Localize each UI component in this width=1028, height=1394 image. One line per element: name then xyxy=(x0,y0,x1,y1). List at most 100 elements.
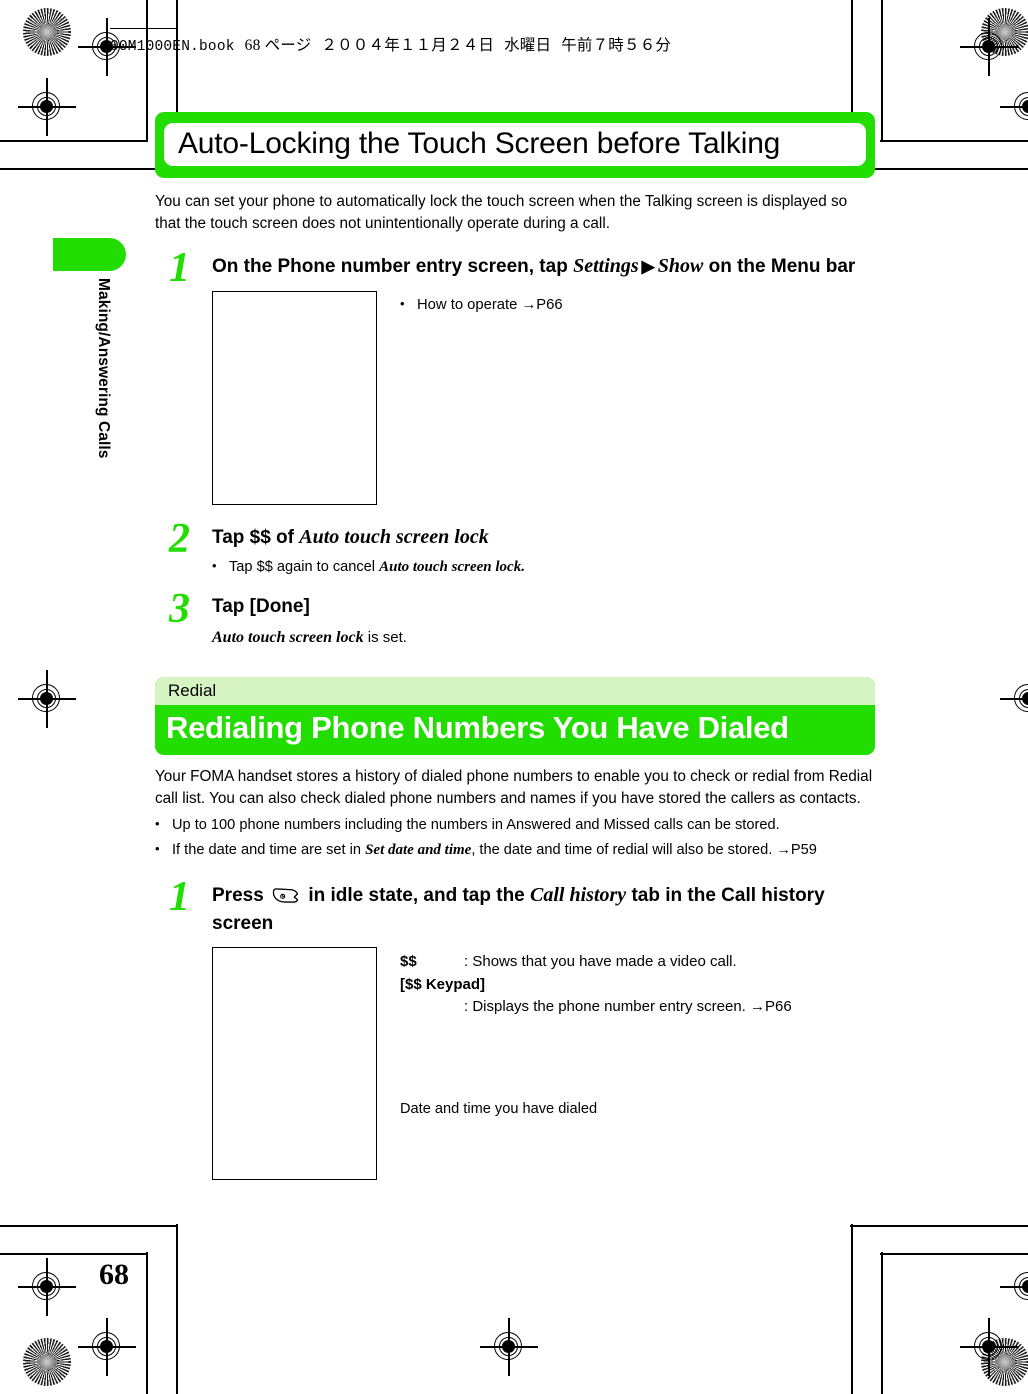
registration-crosshair xyxy=(18,1258,76,1316)
step-title: Tap [Done] xyxy=(212,595,310,617)
legend-row-video-call: $$ : Shows that you have made a video ca… xyxy=(400,951,875,974)
side-tab-marker xyxy=(53,238,126,271)
section2-bullet-1: • Up to 100 phone numbers including the … xyxy=(155,815,875,835)
section2-subtitle: Redial xyxy=(155,676,875,705)
trim-mark xyxy=(0,168,178,170)
registration-crosshair xyxy=(78,1318,136,1376)
section2-bullet-2-text: If the date and time are set in Set date… xyxy=(172,840,875,861)
trim-mark xyxy=(0,140,148,142)
trim-mark xyxy=(176,1224,178,1394)
section2-bullet-1-text: Up to 100 phone numbers including the nu… xyxy=(172,817,780,834)
legend-keypad-value: : Displays the phone number entry screen… xyxy=(400,996,875,1019)
step3-note: Auto touch screen lock is set. xyxy=(212,627,875,649)
section2-bullet-2-pre: If the date and time are set in xyxy=(172,841,366,858)
legend-separator: : xyxy=(464,998,469,1016)
bullet-dot-icon: • xyxy=(212,557,217,573)
figure-caption-date-time: Date and time you have dialed xyxy=(400,1100,598,1117)
step3-note-rest: is set. xyxy=(363,629,407,647)
trim-mark xyxy=(146,1252,148,1394)
section2-step-title-mid: in idle state, and tap the xyxy=(303,884,531,906)
imprint-date: ２００４年１１月２４日 xyxy=(321,37,495,54)
step-title-part1: On the Phone number entry screen, tap xyxy=(212,255,574,277)
section2-figure-row: $$ : Shows that you have made a video ca… xyxy=(212,947,875,1181)
step-title: Press in idle state, and tap the Call hi… xyxy=(212,881,875,938)
trim-mark xyxy=(0,1253,148,1255)
section1-step-3: 3 Tap [Done] Auto touch screen lock is s… xyxy=(155,588,875,650)
step1-note-bullet: • How to operate →P66 xyxy=(400,295,875,316)
section2-paragraph: Your FOMA handset stores a history of di… xyxy=(155,767,873,807)
section1-banner: Auto-Locking the Touch Screen before Tal… xyxy=(155,112,875,179)
trim-mark xyxy=(880,1253,1028,1255)
bullet-dot-icon: • xyxy=(155,816,160,832)
step-title-italic-show: Show xyxy=(657,254,704,277)
page-number: 68 xyxy=(99,1258,129,1291)
section2-bullet-2: • If the date and time are set in Set da… xyxy=(155,840,875,861)
trim-mark xyxy=(881,0,883,142)
step1-figure-row: • How to operate →P66 xyxy=(212,290,875,505)
section2-banner: Redial Redialing Phone Numbers You Have … xyxy=(155,676,875,755)
registration-crosshair xyxy=(18,78,76,136)
legend-key: $$ xyxy=(400,953,417,971)
legend-text: Displays the phone number entry screen. … xyxy=(472,998,792,1016)
section2-step-title-pre: Press xyxy=(212,884,270,906)
legend-value: : Shows that you have made a video call. xyxy=(464,951,875,974)
step-number: 1 xyxy=(169,873,190,920)
section2-legend: $$ : Shows that you have made a video ca… xyxy=(377,947,875,1119)
step2-bullet-pre: Tap $$ again to cancel xyxy=(229,558,380,575)
step1-note-text: How to operate →P66 xyxy=(417,296,563,313)
manual-page: 00M1000EN.book 68 ページ ２００４年１１月２４日 水曜日 午前７時５６… xyxy=(0,0,1028,1394)
step-number: 1 xyxy=(169,244,190,291)
side-tab-label: Making/Answering Calls xyxy=(95,278,112,459)
section1-title-plate: Auto-Locking the Touch Screen before Tal… xyxy=(164,123,866,167)
call-key-icon xyxy=(272,885,300,903)
registration-crosshair xyxy=(960,1318,1018,1376)
imprint-rule xyxy=(110,28,178,30)
registration-crosshair xyxy=(480,1318,538,1376)
registration-crosshair xyxy=(1000,670,1028,728)
trim-mark xyxy=(880,140,1028,142)
registration-star-mark xyxy=(23,8,71,56)
arrow-right-icon: ▶ xyxy=(641,256,655,276)
trim-mark xyxy=(881,1252,883,1394)
trim-mark xyxy=(146,0,148,142)
trim-mark xyxy=(850,1225,1028,1227)
legend-keypad-label: [$$ Keypad] xyxy=(400,975,486,993)
trim-mark xyxy=(851,1224,853,1394)
step-title: On the Phone number entry screen, tap Se… xyxy=(212,252,875,281)
step-title-italic-settings: Settings xyxy=(573,254,639,277)
screenshot-placeholder xyxy=(212,947,377,1181)
imprint-weekday: 水曜日 xyxy=(504,37,552,54)
section1-intro: You can set your phone to automatically … xyxy=(155,193,848,233)
registration-crosshair xyxy=(960,18,1018,76)
section1-step-1: 1 On the Phone number entry screen, tap … xyxy=(155,247,875,505)
section2-bullet-2-italic: Set date and time xyxy=(365,841,472,858)
step-title: Tap $$ of Auto touch screen lock xyxy=(212,523,875,552)
section2-title-wrap: Redialing Phone Numbers You Have Dialed xyxy=(155,705,875,755)
step-number: 3 xyxy=(169,585,190,632)
step3-note-italic: Auto touch screen lock xyxy=(212,629,364,647)
registration-crosshair xyxy=(1000,1258,1028,1316)
bullet-dot-icon: • xyxy=(400,295,405,311)
step-number: 2 xyxy=(169,515,190,562)
section2-step-1: 1 Press in idle state, and tap the Call … xyxy=(155,876,875,1181)
imprint-page-label: 68 ページ xyxy=(244,37,312,54)
imprint-line: 00M1000EN.book 68 ページ ２００４年１１月２４日 水曜日 午前７時５６… xyxy=(110,33,671,55)
step2-bullet-italic: Auto touch screen lock. xyxy=(379,558,525,575)
step2-title-italic: Auto touch screen lock xyxy=(299,525,489,548)
content-column: Auto-Locking the Touch Screen before Tal… xyxy=(155,112,875,1181)
imprint-time: 午前７時５６分 xyxy=(561,37,672,54)
step2-bullet-text: Tap $$ again to cancel Auto touch screen… xyxy=(229,557,875,578)
section1-title: Auto-Locking the Touch Screen before Tal… xyxy=(178,127,781,160)
step1-notes: • How to operate →P66 xyxy=(377,291,875,316)
step2-bullet: • Tap $$ again to cancel Auto touch scre… xyxy=(212,557,875,578)
step2-title-part1: Tap $$ of xyxy=(212,526,300,548)
legend-text: Shows that you have made a video call. xyxy=(472,953,737,971)
trim-mark xyxy=(0,1225,178,1227)
registration-crosshair xyxy=(1000,78,1028,136)
section2-title: Redialing Phone Numbers You Have Dialed xyxy=(166,709,789,745)
section2-bullet-2-post: , the date and time of redial will also … xyxy=(471,841,817,858)
trim-mark xyxy=(850,168,1028,170)
registration-star-mark xyxy=(23,1338,71,1386)
section2-step-title-italic: Call history xyxy=(530,883,627,906)
legend-separator: : xyxy=(464,953,469,971)
